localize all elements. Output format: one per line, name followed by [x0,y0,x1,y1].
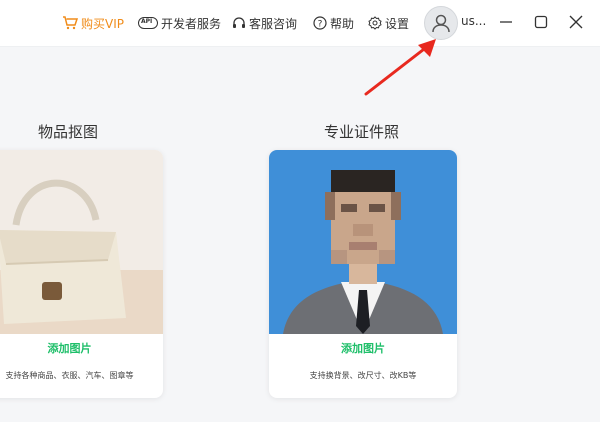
id-photo-add-image-button[interactable]: 添加图片 [269,340,457,356]
id-photo-card[interactable]: 添加图片 支持换背景、改尺寸、改KB等 [269,150,457,398]
handbag-image [0,150,163,334]
maximize-button[interactable] [531,12,551,32]
object-card-description: 支持各种商品、衣服、汽车、图章等 [5,371,134,380]
user-avatar[interactable] [424,6,458,40]
object-cutout-card[interactable]: 添加图片 支持各种商品、衣服、汽车、图章等 [0,150,163,398]
object-cutout-title: 物品抠图 [38,123,99,141]
svg-text:?: ? [318,20,323,30]
minimize-button[interactable] [496,12,516,32]
user-icon [432,14,450,33]
id-photo-image [269,150,457,334]
object-add-image-button[interactable]: 添加图片 [0,340,163,356]
buy-vip-button[interactable]: 购买VIP [62,13,124,33]
username[interactable]: us... [461,14,486,28]
buy-vip-label: 购买VIP [81,16,124,31]
developer-service-label: 开发者服务 [161,16,222,31]
headset-icon [233,17,245,28]
help-label: 帮助 [330,16,355,31]
maximize-icon [534,15,548,29]
customer-service-button[interactable]: 客服咨询 [232,13,297,33]
gear-icon [368,16,382,30]
cart-icon [63,16,78,30]
id-photo-title: 专业证件照 [324,123,400,141]
developer-service-button[interactable]: API 开发者服务 [138,13,221,33]
help-button[interactable]: ? 帮助 [313,13,354,33]
id-photo-card-description: 支持换背景、改尺寸、改KB等 [309,371,417,380]
help-icon: ? [313,16,327,30]
customer-service-label: 客服咨询 [249,16,298,31]
annotation-arrow [364,39,436,96]
settings-label: 设置 [385,16,410,31]
settings-button[interactable]: 设置 [368,13,409,33]
minimize-icon [500,21,512,23]
api-badge-text: API [141,18,153,25]
title-bar: 购买VIP API 开发者服务 客服咨询 ? 帮助 设置 us... [0,0,600,47]
close-icon [569,15,583,29]
close-button[interactable] [566,12,586,32]
